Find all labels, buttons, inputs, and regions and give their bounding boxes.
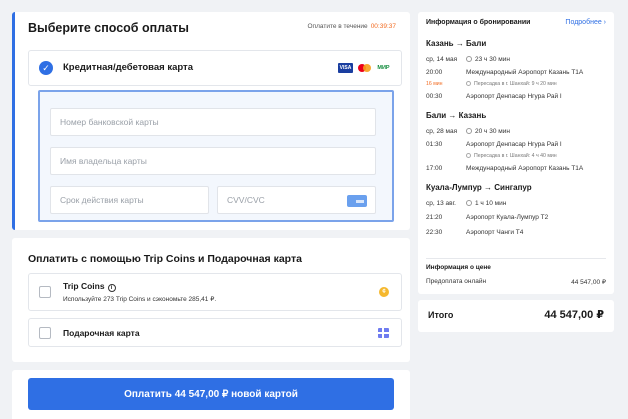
flight-airport: Аэропорт Чанги T4: [466, 229, 524, 236]
total-value: 44 547,00 ₽: [544, 309, 604, 321]
checkout-page: Выберите способ оплаты Оплатите в течени…: [0, 0, 628, 419]
booking-info-panel: Информация о бронировании Подробнее › Ка…: [418, 12, 614, 294]
segment-duration: 23 ч 30 мин: [466, 54, 510, 66]
payment-header: Выберите способ оплаты Оплатите в течени…: [12, 12, 410, 44]
card-expiry-input[interactable]: Срок действия карты: [50, 186, 209, 214]
prepay-row: Предоплата онлайн 44 547,00 ₽: [426, 278, 606, 286]
segment-meta: ср, 13 авг. 1 ч 10 мин: [426, 198, 610, 210]
card-form: Номер банковской карты Имя владельца кар…: [38, 90, 394, 222]
transfer-info: Пересадка в г. Шанхай: 4 ч 40 мин: [466, 151, 557, 162]
info-icon[interactable]: i: [107, 284, 116, 292]
clock-icon: [466, 56, 472, 62]
flight-airport: Аэропорт Денпасар Нгура Рай I: [466, 93, 562, 100]
flight-time: 00:30: [426, 93, 443, 100]
card-back-icon: [347, 195, 367, 207]
segment-duration: 20 ч 30 мин: [466, 126, 510, 138]
selected-check-icon: ✓: [39, 61, 53, 75]
transfer-row: Пересадка в г. Шанхай: 4 ч 40 мин: [426, 151, 610, 162]
segment-route: Казань → Бали: [426, 39, 487, 48]
clock-icon: [466, 200, 472, 206]
pay-button[interactable]: Оплатить 44 547,00 ₽ новой картой: [28, 378, 394, 410]
card-option-label: Кредитная/дебетовая карта: [63, 62, 193, 73]
flight-airport: Аэропорт Куала-Лумпур T2: [466, 214, 549, 221]
coins-title: Оплатить с помощью Trip Coins и Подарочн…: [28, 253, 302, 265]
card-holder-input[interactable]: Имя владельца карты: [50, 147, 376, 175]
flight-row: 21:20 Аэропорт Куала-Лумпур T2: [426, 210, 610, 225]
booking-details-link[interactable]: Подробнее ›: [565, 19, 606, 26]
flight-row: 17:00 Международный Аэропорт Казань T1A: [426, 162, 610, 175]
flight-row: 20:00 Международный Аэропорт Казань T1A: [426, 66, 610, 79]
coin-icon: ¢: [379, 287, 389, 297]
card-logos: VISA МИР: [338, 63, 391, 73]
booking-title: Информация о бронировании: [426, 19, 531, 26]
trip-coins-description: Используйте 273 Trip Coins и сэкономьте …: [63, 296, 217, 303]
timer-value: 00:39:37: [370, 23, 396, 30]
segment-date: ср, 14 мая: [426, 56, 458, 63]
coins-section: Оплатить с помощью Trip Coins и Подарочн…: [12, 238, 410, 362]
total-panel: Итого 44 547,00 ₽: [418, 300, 614, 332]
segment-duration-text: 23 ч 30 мин: [475, 56, 510, 63]
flight-time: 01:30: [426, 141, 443, 148]
prepay-value: 44 547,00 ₽: [571, 279, 606, 286]
timer-label: Оплатите в течение: [307, 23, 368, 30]
cvv-placeholder: CVV/CVC: [227, 195, 265, 205]
card-cvv-input[interactable]: CVV/CVC: [217, 186, 376, 214]
card-payment-option[interactable]: ✓ Кредитная/дебетовая карта VISA МИР: [28, 50, 402, 86]
mastercard-logo-icon: [357, 63, 372, 73]
flight-row: 01:30 Аэропорт Денпасар Нгура Рай I: [426, 138, 610, 151]
trip-coins-option[interactable]: Trip Coins i Используйте 273 Trip Coins и…: [28, 273, 402, 311]
transfer-text: Пересадка в г. Шанхай: 4 ч 40 мин: [474, 153, 557, 159]
transfer-time: [426, 151, 466, 162]
pay-button-container: Оплатить 44 547,00 ₽ новой картой: [12, 370, 410, 419]
segment-route: Бали → Казань: [426, 111, 487, 120]
gift-card-option[interactable]: Подарочная карта: [28, 318, 402, 347]
payment-timer: Оплатите в течение 00:39:37: [308, 23, 397, 30]
gift-icon: [378, 328, 389, 338]
payment-title: Выберите способ оплаты: [28, 21, 189, 35]
flight-airport: Международный Аэропорт Казань T1A: [466, 69, 584, 76]
segment-meta: ср, 28 мая 20 ч 30 мин: [426, 126, 610, 138]
booking-segments: Казань → Бали ср, 14 мая 23 ч 30 мин 20:…: [426, 39, 610, 240]
payment-method-section: Выберите способ оплаты Оплатите в течени…: [12, 12, 410, 230]
flight-time: 20:00: [426, 69, 443, 76]
transfer-icon: [466, 81, 471, 86]
transfer-text: Пересадка в г. Шанхай: 9 ч 20 мин: [474, 81, 557, 87]
transfer-icon: [466, 153, 471, 158]
card-number-input[interactable]: Номер банковской карты: [50, 108, 376, 136]
segment-date: ср, 28 мая: [426, 128, 458, 135]
total-label: Итого: [428, 310, 454, 320]
flight-time: 22:30: [426, 229, 443, 236]
segment-duration-text: 20 ч 30 мин: [475, 128, 510, 135]
price-divider: [426, 258, 606, 259]
segment-duration-text: 1 ч 10 мин: [475, 200, 507, 207]
gift-card-checkbox[interactable]: [39, 327, 51, 339]
trip-coins-label-text: Trip Coins: [63, 281, 105, 291]
clock-icon: [466, 128, 472, 134]
flight-airport: Международный Аэропорт Казань T1A: [466, 165, 584, 172]
mir-logo-icon: МИР: [377, 65, 390, 71]
visa-logo-icon: VISA: [338, 63, 353, 73]
flight-time: 21:20: [426, 214, 443, 221]
flight-time: 17:00: [426, 165, 443, 172]
segment-duration: 1 ч 10 мин: [466, 198, 506, 210]
segment-meta: ср, 14 мая 23 ч 30 мин: [426, 54, 610, 66]
trip-coins-checkbox[interactable]: [39, 286, 51, 298]
transfer-time: 16 мин: [426, 81, 443, 87]
flight-row: 00:30 Аэропорт Денпасар Нгура Рай I: [426, 90, 610, 103]
segment-date: ср, 13 авг.: [426, 200, 456, 207]
flight-row: 22:30 Аэропорт Чанги T4: [426, 225, 610, 240]
transfer-info: Пересадка в г. Шанхай: 9 ч 20 мин: [466, 79, 557, 90]
gift-card-label: Подарочная карта: [63, 328, 140, 338]
price-info-title: Информация о цене: [426, 264, 491, 271]
trip-coins-label: Trip Coins i: [63, 281, 116, 292]
prepay-label: Предоплата онлайн: [426, 278, 487, 285]
segment-route: Куала-Лумпур → Сингапур: [426, 183, 532, 192]
flight-airport: Аэропорт Денпасар Нгура Рай I: [466, 141, 562, 148]
transfer-row: 16 мин Пересадка в г. Шанхай: 9 ч 20 мин: [426, 79, 610, 90]
